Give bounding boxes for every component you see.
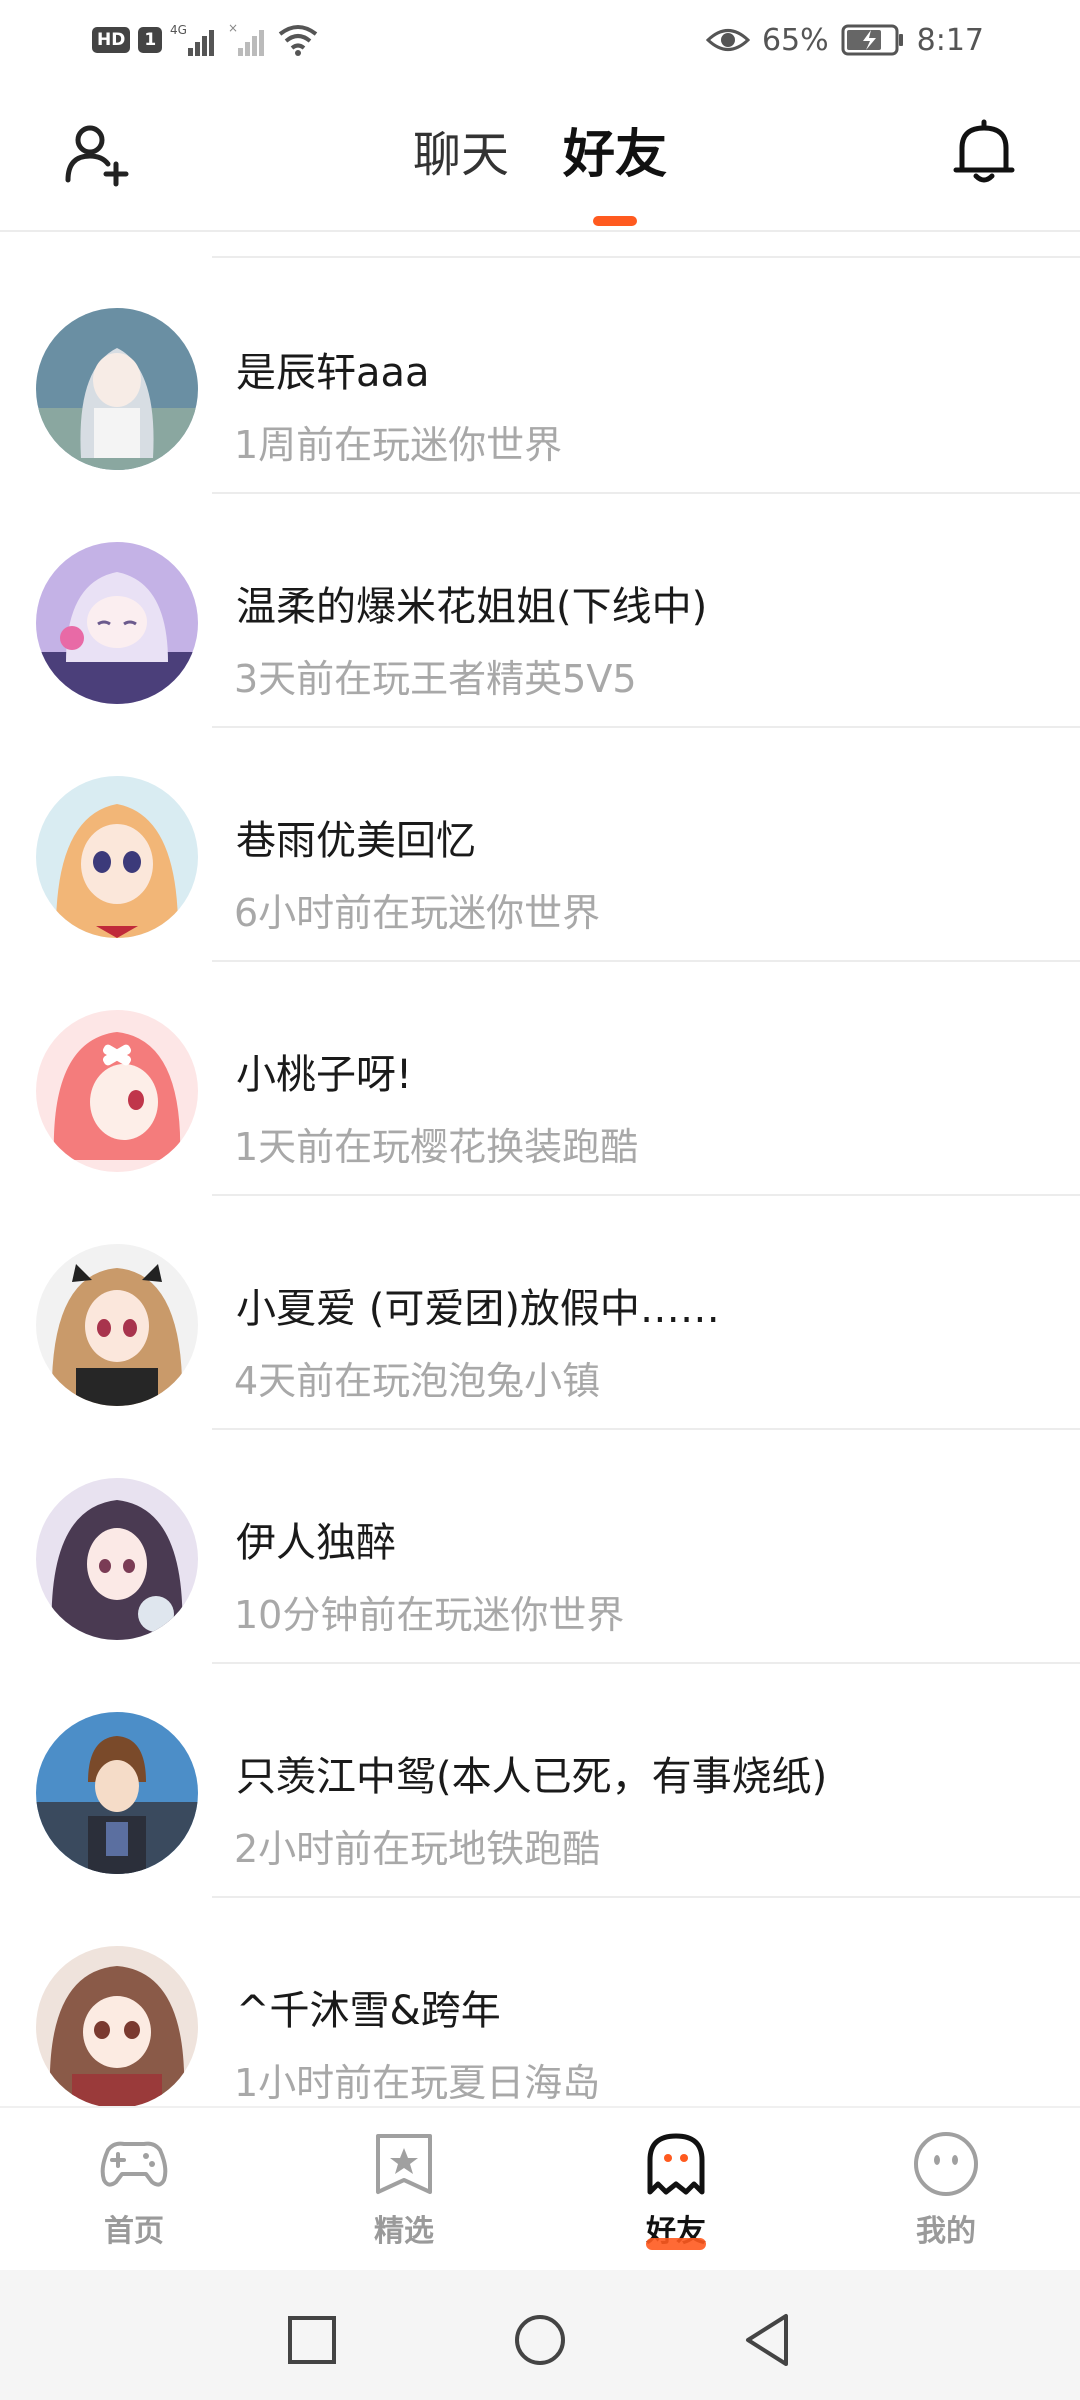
nav-active-indicator (646, 2238, 706, 2250)
status-right: 65% 8:17 (705, 18, 984, 62)
friend-status: 1周前在玩迷你世界 (234, 423, 563, 467)
avatar[interactable] (36, 1712, 198, 1874)
nav-me-label: 我的 (916, 2214, 976, 2249)
friend-row[interactable]: 是辰轩aaa 1周前在玩迷你世界 (0, 258, 1080, 494)
home-icon[interactable] (510, 2310, 570, 2370)
nav-featured-label: 精选 (374, 2214, 434, 2249)
clock: 8:17 (916, 22, 984, 58)
avatar[interactable] (36, 1010, 198, 1172)
friend-name: 小夏爱 (可爱团)放假中…… (236, 1286, 720, 1332)
battery-percent: 65% (761, 22, 829, 58)
friend-status: 3天前在玩王者精英5V5 (234, 657, 637, 701)
avatar[interactable] (36, 1244, 198, 1406)
avatar[interactable] (36, 1478, 198, 1640)
friend-status: 10分钟前在玩迷你世界 (234, 1593, 625, 1637)
friend-name: 是辰轩aaa (236, 350, 430, 396)
wifi-icon (278, 25, 318, 56)
nav-home-label: 首页 (104, 2214, 164, 2249)
avatar[interactable] (36, 308, 198, 470)
network-type: 4G (170, 23, 187, 37)
bell-icon[interactable] (948, 116, 1020, 188)
sim-badge: 1 (138, 27, 163, 53)
nav-me[interactable]: 我的 (846, 2128, 1046, 2250)
friend-row[interactable]: 温柔的爆米花姐姐(下线中) 3天前在玩王者精英5V5 (0, 492, 1080, 728)
friend-name: ^千沐雪&跨年 (236, 1988, 501, 2034)
friend-name: 伊人独醉 (236, 1520, 396, 1566)
friend-row[interactable]: 伊人独醉 10分钟前在玩迷你世界 (0, 1428, 1080, 1664)
active-tab-indicator (593, 216, 637, 226)
avatar[interactable] (36, 1946, 198, 2106)
svg-text:×: × (228, 22, 238, 35)
signal-no-sim-icon: × (228, 22, 265, 56)
friend-status: 6小时前在玩迷你世界 (234, 891, 601, 935)
top-header: 聊天 好友 (0, 80, 1080, 232)
hd-badge: HD (92, 27, 131, 53)
avatar[interactable] (36, 542, 198, 704)
friend-row[interactable]: 巷雨优美回忆 6小时前在玩迷你世界 (0, 726, 1080, 962)
nav-featured[interactable]: 精选 (304, 2128, 504, 2250)
friend-row[interactable]: ^千沐雪&跨年 1小时前在玩夏日海岛 (0, 1896, 1080, 2106)
friend-status: 1小时前在玩夏日海岛 (234, 2061, 601, 2105)
friend-row[interactable]: 只羡江中鸳(本人已死，有事烧纸) 2小时前在玩地铁跑酷 (0, 1662, 1080, 1898)
bottom-nav: 首页 精选 好友 我的 (0, 2106, 1080, 2272)
status-bar: HD 1 4G × 65% 8:17 (0, 0, 1080, 80)
friend-row[interactable]: 小夏爱 (可爱团)放假中…… 4天前在玩泡泡兔小镇 (0, 1194, 1080, 1430)
friend-name: 小桃子呀! (236, 1052, 413, 1098)
header-tabs: 聊天 好友 (0, 120, 1080, 226)
friend-status: 4天前在玩泡泡兔小镇 (234, 1359, 601, 1403)
tab-friends[interactable]: 好友 (563, 120, 668, 226)
friend-name: 只羡江中鸳(本人已死，有事烧纸) (236, 1754, 828, 1800)
back-icon[interactable] (738, 2310, 798, 2370)
star-bookmark-icon (376, 2134, 432, 2194)
friend-list[interactable]: 是辰轩aaa 1周前在玩迷你世界 温柔的爆米花姐姐(下线中) 3天前在玩王者精英… (0, 232, 1080, 2106)
tab-chat[interactable]: 聊天 (413, 120, 509, 190)
ghost-icon (647, 2133, 705, 2195)
system-nav-bar (0, 2270, 1080, 2400)
signal-4g-icon: 4G (170, 23, 215, 56)
friend-status: 1天前在玩樱花换装跑酷 (234, 1125, 639, 1169)
friend-name: 巷雨优美回忆 (236, 818, 476, 864)
avatar[interactable] (36, 776, 198, 938)
status-left: HD 1 4G × (92, 18, 320, 62)
friend-name: 温柔的爆米花姐姐(下线中) (236, 584, 708, 630)
tab-friends-label: 好友 (563, 125, 668, 185)
gamepad-icon (100, 2141, 168, 2187)
nav-friends[interactable]: 好友 (576, 2128, 776, 2250)
friend-status: 2小时前在玩地铁跑酷 (234, 1827, 601, 1871)
recent-apps-icon[interactable] (282, 2310, 342, 2370)
face-icon (914, 2132, 978, 2196)
eye-icon (705, 29, 750, 51)
battery-charging-icon (841, 24, 903, 56)
tab-chat-label: 聊天 (412, 127, 509, 183)
friend-row[interactable]: 小桃子呀! 1天前在玩樱花换装跑酷 (0, 960, 1080, 1196)
nav-home[interactable]: 首页 (34, 2128, 234, 2250)
